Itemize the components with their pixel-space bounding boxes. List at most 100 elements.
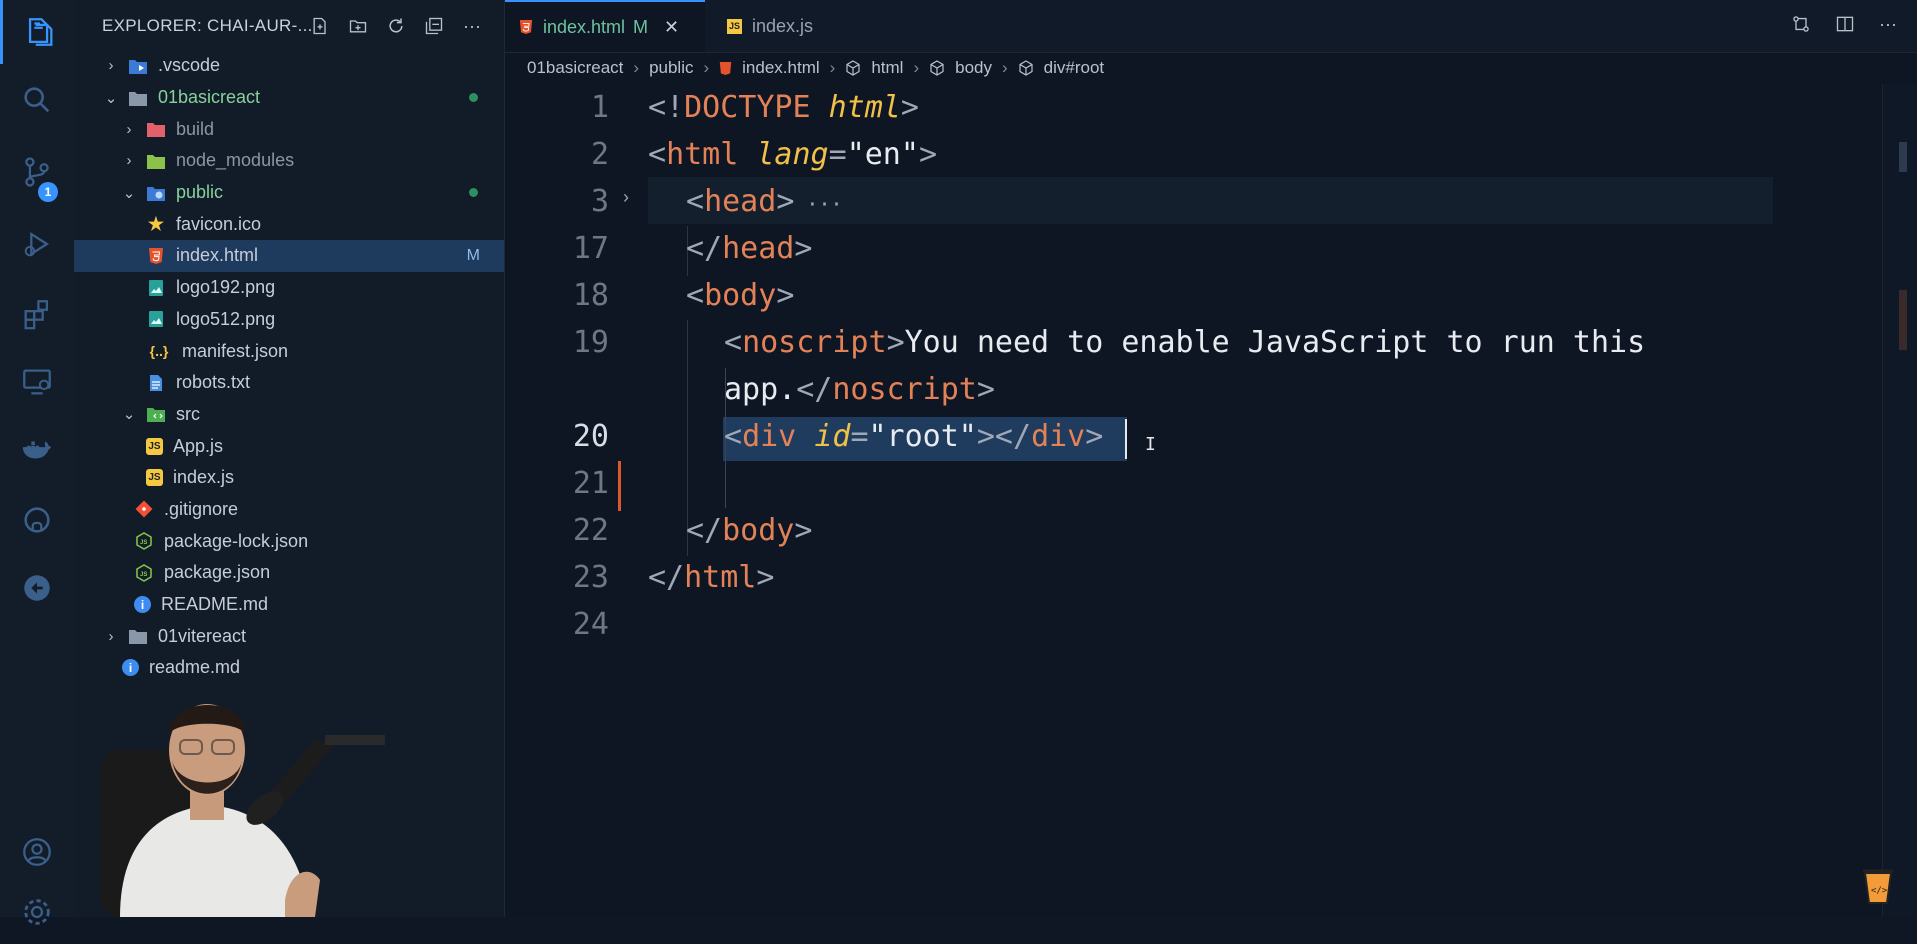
breadcrumb-item[interactable]: index.html	[742, 58, 819, 78]
tab-label: index.html	[543, 16, 626, 37]
tab-index-js[interactable]: JS index.js	[717, 0, 877, 52]
tree-item-logo512[interactable]: logo512.png	[74, 304, 504, 336]
tab-label: index.js	[752, 15, 814, 36]
svg-text:JS: JS	[140, 572, 147, 578]
source-control-icon[interactable]: 1	[0, 140, 74, 204]
tree-item-label: logo512.png	[176, 308, 276, 329]
tree-item-01vitereact[interactable]: › 01vitereact	[74, 620, 504, 652]
settings-icon[interactable]	[0, 880, 74, 944]
image-icon	[146, 309, 166, 329]
json-icon: {..}	[149, 343, 169, 360]
account-icon[interactable]	[0, 820, 74, 884]
cube-icon	[1018, 60, 1034, 76]
tree-item-favicon[interactable]: ★ favicon.ico	[74, 208, 504, 240]
tree-item-01basicreact[interactable]: ⌄ 01basicreact	[74, 82, 504, 114]
modified-dot	[469, 93, 478, 103]
explorer-icon[interactable]	[0, 0, 77, 64]
tree-item-readme[interactable]: i README.md	[74, 589, 504, 621]
collapse-all-icon[interactable]	[422, 14, 446, 38]
search-icon[interactable]	[0, 68, 74, 132]
line-number: 1	[590, 90, 609, 125]
tree-item-public[interactable]: ⌄ public	[74, 177, 504, 209]
run-debug-icon[interactable]	[0, 212, 74, 276]
tree-item-app-js[interactable]: JS App.js	[74, 430, 504, 462]
code-line: 21	[505, 460, 1917, 507]
code-text: <body>	[686, 278, 795, 313]
tree-item-robots[interactable]: robots.txt	[74, 367, 504, 399]
breadcrumb-item[interactable]: 01basicreact	[527, 58, 623, 78]
public-folder-icon	[146, 183, 166, 203]
line-number: 22	[572, 513, 609, 548]
breadcrumb-item[interactable]: body	[955, 58, 992, 78]
channel-logo-icon: </>	[1861, 867, 1895, 907]
tree-item-gitignore[interactable]: .gitignore	[74, 494, 504, 526]
github-icon[interactable]	[0, 488, 74, 552]
tree-item-node-modules[interactable]: › node_modules	[74, 145, 504, 177]
chevron-right-icon: ›	[913, 58, 920, 77]
tree-item-build[interactable]: › build	[74, 113, 504, 145]
tree-item-label: build	[176, 118, 215, 139]
tree-item-src[interactable]: ⌄ src	[74, 399, 504, 431]
tree-item-package-json[interactable]: JS package.json	[74, 557, 504, 589]
close-icon[interactable]: ✕	[664, 17, 679, 38]
tree-item-label: .vscode	[158, 55, 221, 76]
tab-modified-indicator: M	[633, 16, 649, 37]
editor-area: index.html M ✕ JS index.js ··· 01basicre…	[505, 0, 1917, 917]
tree-item-label: package-lock.json	[164, 530, 309, 551]
src-folder-icon	[146, 404, 166, 424]
line-number: 20	[572, 419, 609, 454]
breadcrumb-item[interactable]: div#root	[1044, 58, 1104, 78]
tree-item-index-html[interactable]: index.html M	[74, 240, 504, 272]
chevron-right-icon: ›	[633, 58, 640, 77]
svg-text:</>: </>	[1871, 886, 1888, 896]
code-line: 17 </head>	[505, 225, 1917, 272]
tree-item-label: src	[176, 403, 200, 424]
tree-item-label: logo192.png	[176, 277, 276, 298]
breadcrumb: 01basicreact › public › index.html › htm…	[527, 56, 1104, 80]
more-actions-icon[interactable]: ···	[1879, 14, 1897, 39]
tree-item-logo192[interactable]: logo192.png	[74, 272, 504, 304]
line-number: 18	[572, 278, 609, 313]
code-text: </head>	[686, 231, 813, 266]
editor-scrollbar[interactable]	[1882, 84, 1917, 917]
code-text: <div id="root"></div>	[724, 419, 1104, 454]
code-text: <html lang="en">	[648, 137, 937, 172]
explorer-title: EXPLORER: CHAI-AUR-...	[102, 16, 313, 35]
extensions-icon[interactable]	[0, 282, 74, 346]
code-line: 23 </html>	[505, 554, 1917, 601]
chevron-down-icon: ⌄	[122, 184, 136, 202]
tree-item-label: index.js	[173, 467, 235, 488]
tree-item-index-js[interactable]: JS index.js	[74, 462, 504, 494]
new-folder-icon[interactable]	[346, 14, 370, 38]
breadcrumb-item[interactable]: html	[871, 58, 903, 78]
tree-item-readme-root[interactable]: i readme.md	[74, 652, 504, 684]
breadcrumb-item[interactable]: public	[649, 58, 693, 78]
code-line: 22 </body>	[505, 507, 1917, 554]
tree-item-label: favicon.ico	[176, 213, 262, 234]
file-tree: › .vscode ⌄ 01basicreact › build › node_…	[74, 50, 504, 684]
npm-icon: JS	[134, 563, 154, 583]
remote-explorer-icon[interactable]	[0, 350, 74, 414]
scrollbar-marker	[1899, 142, 1907, 172]
docker-icon[interactable]	[0, 418, 74, 482]
tree-item-manifest[interactable]: {..} manifest.json	[74, 335, 504, 367]
tree-item-vscode[interactable]: › .vscode	[74, 50, 504, 82]
refresh-icon[interactable]	[384, 14, 408, 38]
code-line: 19 <noscript>You need to enable JavaScri…	[505, 319, 1917, 366]
chevron-right-icon: ›	[126, 120, 132, 138]
tree-item-package-lock[interactable]: JS package-lock.json	[74, 525, 504, 557]
npm-icon: JS	[134, 531, 154, 551]
split-editor-icon[interactable]	[1835, 14, 1855, 39]
node-folder-icon	[146, 151, 166, 171]
code-line: 18 <body>	[505, 272, 1917, 319]
code-line: 24	[505, 601, 1917, 648]
compare-changes-icon[interactable]	[1791, 14, 1811, 39]
scrollbar-marker	[1899, 290, 1907, 350]
new-file-icon[interactable]	[308, 14, 332, 38]
live-share-icon[interactable]	[0, 556, 74, 620]
line-number: 17	[572, 231, 609, 266]
activity-bar: 1	[0, 0, 77, 925]
more-actions-icon[interactable]: ···	[460, 14, 484, 38]
tab-index-html[interactable]: index.html M ✕	[505, 0, 705, 52]
code-text: </html>	[648, 560, 775, 595]
